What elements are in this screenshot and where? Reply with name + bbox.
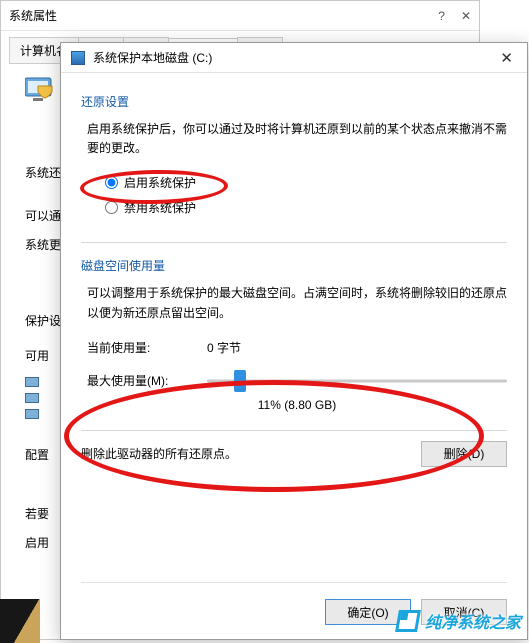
parent-title: 系统属性	[9, 7, 57, 24]
restore-settings-heading: 还原设置	[81, 93, 507, 110]
max-usage-label: 最大使用量(M):	[87, 372, 207, 389]
disk-usage-heading: 磁盘空间使用量	[81, 257, 507, 274]
slider-thumb[interactable]	[234, 370, 246, 392]
drive-icon	[25, 393, 39, 403]
current-usage-value: 0 字节	[207, 339, 241, 356]
delete-row: 删除此驱动器的所有还原点。 删除(D)	[81, 441, 507, 467]
current-usage-row: 当前使用量: 0 字节	[87, 339, 507, 356]
child-title: 系统保护本地磁盘 (C:)	[93, 49, 212, 66]
max-usage-value: 11% (8.80 GB)	[87, 398, 507, 412]
divider	[81, 430, 507, 431]
disk-usage-description: 可以调整用于系统保护的最大磁盘空间。占满空间时，系统将删除较旧的还原点以便为新还…	[87, 284, 507, 322]
child-body: 还原设置 启用系统保护后，你可以通过及时将计算机还原到以前的某个状态点来撤消不需…	[61, 73, 527, 639]
drive-icon	[25, 377, 39, 387]
drive-icon	[25, 409, 39, 419]
radio-enable-input[interactable]	[105, 176, 118, 189]
radio-enable-label: 启用系统保护	[124, 174, 196, 191]
close-icon[interactable]: ✕	[461, 9, 471, 23]
watermark: 纯净系统之家	[397, 609, 521, 633]
radio-disable-protection[interactable]: 禁用系统保护	[105, 199, 507, 216]
radio-disable-label: 禁用系统保护	[124, 199, 196, 216]
shield-monitor-icon	[25, 76, 59, 109]
max-usage-row: 最大使用量(M):	[87, 370, 507, 392]
delete-description: 删除此驱动器的所有还原点。	[81, 445, 237, 462]
close-icon[interactable]: ✕	[496, 49, 517, 67]
parent-titlebar: 系统属性 ? ✕	[1, 1, 479, 31]
child-titlebar: 系统保护本地磁盘 (C:) ✕	[61, 43, 527, 73]
radio-disable-input[interactable]	[105, 201, 118, 214]
watermark-text: 纯净系统之家	[425, 609, 521, 633]
divider	[81, 242, 507, 243]
help-icon[interactable]: ?	[438, 9, 445, 23]
bottom-left-photo-strip	[0, 599, 40, 643]
delete-button[interactable]: 删除(D)	[421, 441, 507, 467]
radio-enable-protection[interactable]: 启用系统保护	[105, 174, 507, 191]
max-usage-slider[interactable]	[207, 370, 507, 392]
restore-description: 启用系统保护后，你可以通过及时将计算机还原到以前的某个状态点来撤消不需要的更改。	[87, 120, 507, 158]
system-protection-drive-dialog: 系统保护本地磁盘 (C:) ✕ 还原设置 启用系统保护后，你可以通过及时将计算机…	[60, 42, 528, 640]
drive-shield-icon	[71, 51, 85, 65]
slider-track-line	[207, 379, 507, 382]
parent-window-buttons: ? ✕	[438, 9, 471, 23]
watermark-logo-icon	[395, 610, 421, 632]
current-usage-label: 当前使用量:	[87, 339, 207, 356]
